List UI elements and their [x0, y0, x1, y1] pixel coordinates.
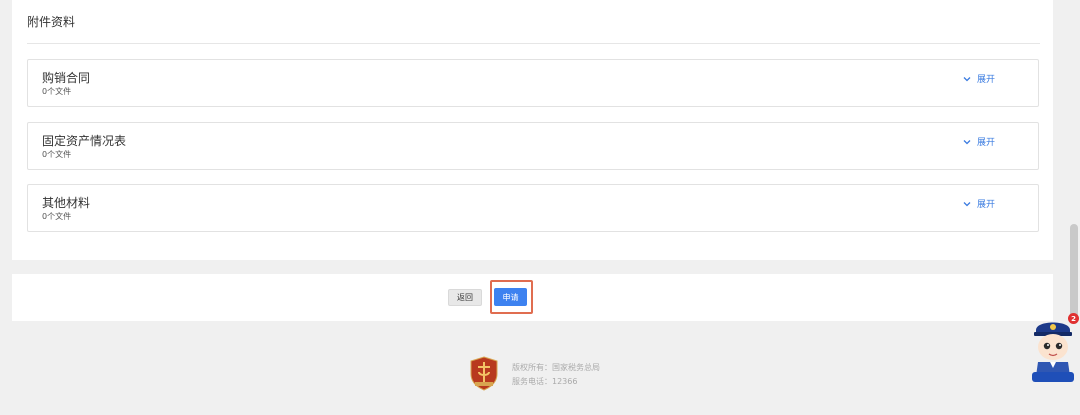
expand-button[interactable]: 展开	[962, 197, 995, 210]
attachment-name: 购销合同	[42, 71, 91, 85]
expand-button[interactable]: 展开	[962, 135, 995, 148]
attachment-file-count: 0个文件	[42, 212, 72, 221]
attachment-name: 固定资产情况表	[42, 134, 127, 148]
attachment-file-count: 0个文件	[42, 87, 72, 96]
scrollbar-thumb[interactable]	[1070, 224, 1078, 324]
divider	[27, 43, 1040, 44]
footer-copyright: 版权所有：国家税务总局	[512, 363, 600, 372]
expand-label: 展开	[976, 200, 995, 210]
chevron-down-icon	[963, 201, 971, 206]
footer-phone: 服务电话：12366	[512, 377, 578, 386]
chevron-down-icon	[963, 76, 971, 81]
expand-button[interactable]: 展开	[962, 72, 995, 85]
tax-bureau-logo	[470, 356, 498, 391]
expand-label: 展开	[976, 75, 995, 85]
assistant-avatar-icon[interactable]	[1030, 314, 1076, 384]
attachment-item-other-materials: 其他材料 0个文件 展开	[27, 184, 1039, 232]
back-button[interactable]: 返回	[448, 289, 482, 306]
action-bar: 返回 申请	[12, 274, 1053, 321]
attachment-item-purchase-contract: 购销合同 0个文件 展开	[27, 59, 1039, 107]
section-title: 附件资料	[27, 15, 76, 29]
expand-label: 展开	[976, 138, 995, 148]
chevron-down-icon	[963, 139, 971, 144]
attachment-name: 其他材料	[42, 196, 91, 210]
attachment-file-count: 0个文件	[42, 150, 72, 159]
apply-button[interactable]: 申请	[494, 288, 527, 306]
notification-badge: 2	[1068, 313, 1079, 324]
attachment-item-fixed-assets: 固定资产情况表 0个文件 展开	[27, 122, 1039, 170]
attachments-card: 附件资料 购销合同 0个文件 展开 固定资产情况表 0个文件 展开 其他材料 0…	[12, 0, 1053, 260]
